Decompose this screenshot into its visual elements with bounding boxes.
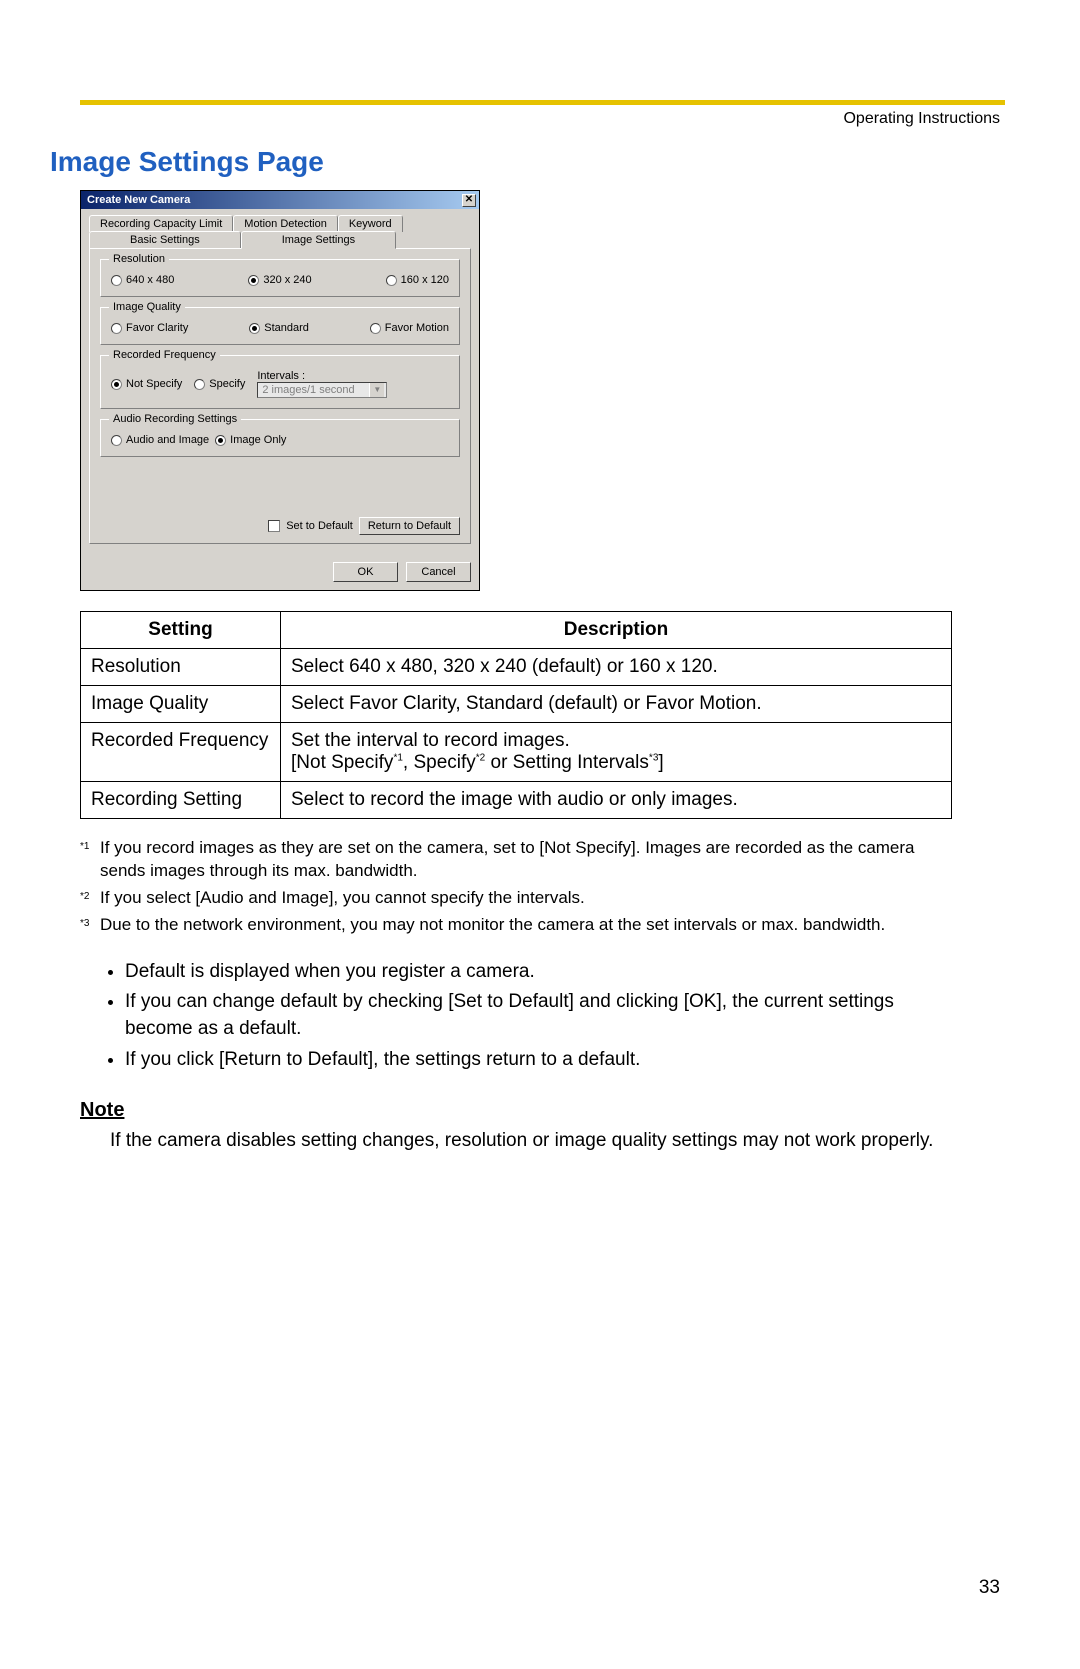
cell-description: Select Favor Clarity, Standard (default)…	[281, 686, 952, 723]
page-number: 33	[979, 1577, 1000, 1599]
radio-label: Favor Motion	[385, 322, 449, 334]
radio-160x120[interactable]: 160 x 120	[386, 274, 449, 286]
radio-specify[interactable]: Specify	[194, 378, 245, 390]
header-rule	[80, 100, 1005, 105]
set-to-default-checkbox[interactable]	[268, 520, 280, 532]
radio-standard[interactable]: Standard	[249, 322, 309, 334]
image-quality-group: Favor Clarity Standard Favor Motion	[100, 307, 460, 345]
list-item: If you can change default by checking [S…	[125, 989, 925, 1042]
header-right: Operating Instructions	[50, 110, 1000, 128]
radio-label: Favor Clarity	[126, 322, 188, 334]
list-item: Default is displayed when you register a…	[125, 959, 925, 986]
radio-image-only[interactable]: Image Only	[215, 434, 286, 446]
col-setting: Setting	[81, 612, 281, 649]
ok-button[interactable]: OK	[333, 562, 398, 582]
settings-table: Setting Description Resolution Select 64…	[80, 611, 952, 819]
radio-label: Image Only	[230, 434, 286, 446]
radio-label: 640 x 480	[126, 274, 174, 286]
cell-description: Set the interval to record images. [Not …	[281, 723, 952, 782]
radio-label: Standard	[264, 322, 309, 334]
tab-basic-settings[interactable]: Basic Settings	[89, 231, 241, 248]
dialog-title: Create New Camera	[87, 194, 190, 206]
radio-favor-clarity[interactable]: Favor Clarity	[111, 322, 188, 334]
tab-keyword[interactable]: Keyword	[338, 215, 403, 232]
cell-setting: Recording Setting	[81, 782, 281, 819]
footnote: *2If you select [Audio and Image], you c…	[80, 887, 952, 910]
radio-320x240[interactable]: 320 x 240	[248, 274, 311, 286]
radio-label: 160 x 120	[401, 274, 449, 286]
resolution-group: 640 x 480 320 x 240 160 x 120	[100, 259, 460, 297]
table-row: Image Quality Select Favor Clarity, Stan…	[81, 686, 952, 723]
close-icon[interactable]: ✕	[462, 194, 476, 207]
radio-label: Not Specify	[126, 378, 182, 390]
tab-motion-detection[interactable]: Motion Detection	[233, 215, 338, 232]
intervals-label: Intervals :	[257, 370, 387, 382]
radio-label: Audio and Image	[126, 434, 209, 446]
footnote: *1If you record images as they are set o…	[80, 837, 952, 883]
page-title: Image Settings Page	[50, 146, 1005, 178]
dialog-create-new-camera: Create New Camera ✕ Recording Capacity L…	[80, 190, 480, 591]
radio-label: Specify	[209, 378, 245, 390]
table-header-row: Setting Description	[81, 612, 952, 649]
table-row: Recording Setting Select to record the i…	[81, 782, 952, 819]
cell-description: Select 640 x 480, 320 x 240 (default) or…	[281, 649, 952, 686]
note-body: If the camera disables setting changes, …	[110, 1128, 950, 1154]
audio-recording-group: Audio and Image Image Only	[100, 419, 460, 457]
cell-setting: Image Quality	[81, 686, 281, 723]
dialog-titlebar: Create New Camera ✕	[81, 191, 479, 209]
col-description: Description	[281, 612, 952, 649]
radio-favor-motion[interactable]: Favor Motion	[370, 322, 449, 334]
radio-not-specify[interactable]: Not Specify	[111, 378, 182, 390]
intervals-dropdown[interactable]: 2 images/1 second	[257, 382, 387, 398]
return-to-default-button[interactable]: Return to Default	[359, 517, 460, 535]
footnotes: *1If you record images as they are set o…	[80, 837, 952, 937]
table-row: Resolution Select 640 x 480, 320 x 240 (…	[81, 649, 952, 686]
radio-640x480[interactable]: 640 x 480	[111, 274, 174, 286]
list-item: If you click [Return to Default], the se…	[125, 1047, 925, 1074]
set-to-default-label: Set to Default	[286, 520, 353, 532]
tab-image-settings[interactable]: Image Settings	[241, 231, 396, 249]
cell-setting: Recorded Frequency	[81, 723, 281, 782]
footnote: *3Due to the network environment, you ma…	[80, 914, 952, 937]
cell-setting: Resolution	[81, 649, 281, 686]
cancel-button[interactable]: Cancel	[406, 562, 471, 582]
table-row: Recorded Frequency Set the interval to r…	[81, 723, 952, 782]
recorded-frequency-group: Not Specify Specify Intervals : 2 images…	[100, 355, 460, 409]
tab-recording-capacity-limit[interactable]: Recording Capacity Limit	[89, 215, 233, 232]
radio-audio-and-image[interactable]: Audio and Image	[111, 434, 209, 446]
cell-description: Select to record the image with audio or…	[281, 782, 952, 819]
radio-label: 320 x 240	[263, 274, 311, 286]
bullet-list: Default is displayed when you register a…	[105, 959, 955, 1073]
note-heading: Note	[80, 1099, 1005, 1122]
